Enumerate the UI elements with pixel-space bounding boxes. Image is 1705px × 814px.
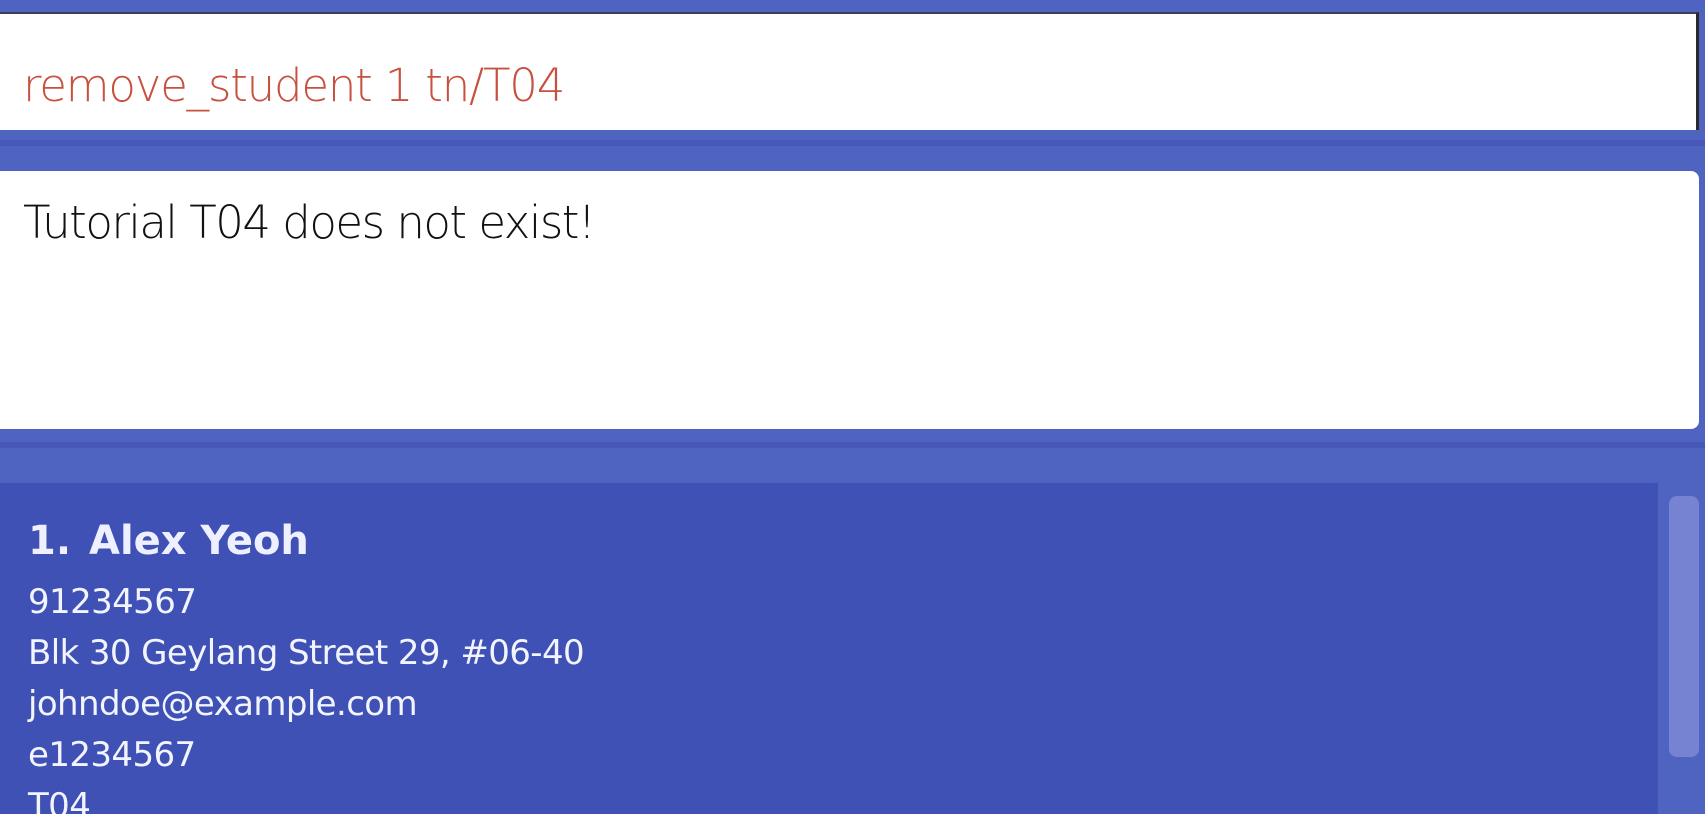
student-tutorial: T04: [28, 786, 91, 814]
scrollbar-thumb[interactable]: [1669, 496, 1699, 757]
student-name: Alex Yeoh: [89, 518, 309, 564]
student-id: e1234567: [28, 735, 196, 775]
student-card[interactable]: 1. Alex Yeoh 91234567 Blk 30 Geylang Str…: [28, 513, 585, 814]
divider: [0, 442, 1705, 448]
student-card-title: 1. Alex Yeoh: [28, 513, 584, 569]
divider: [0, 140, 1705, 146]
student-list: 1. Alex Yeoh 91234567 Blk 30 Geylang Str…: [0, 483, 1658, 814]
command-input[interactable]: [23, 52, 1673, 120]
student-email: johndoe@example.com: [28, 684, 418, 724]
command-box[interactable]: [0, 12, 1699, 130]
student-index: 1.: [28, 518, 72, 564]
student-address: Blk 30 Geylang Street 29, #06-40: [28, 633, 585, 673]
student-phone: 91234567: [28, 582, 197, 622]
result-display: Tutorial T04 does not exist!: [0, 171, 1699, 429]
result-message: Tutorial T04 does not exist!: [23, 196, 596, 249]
